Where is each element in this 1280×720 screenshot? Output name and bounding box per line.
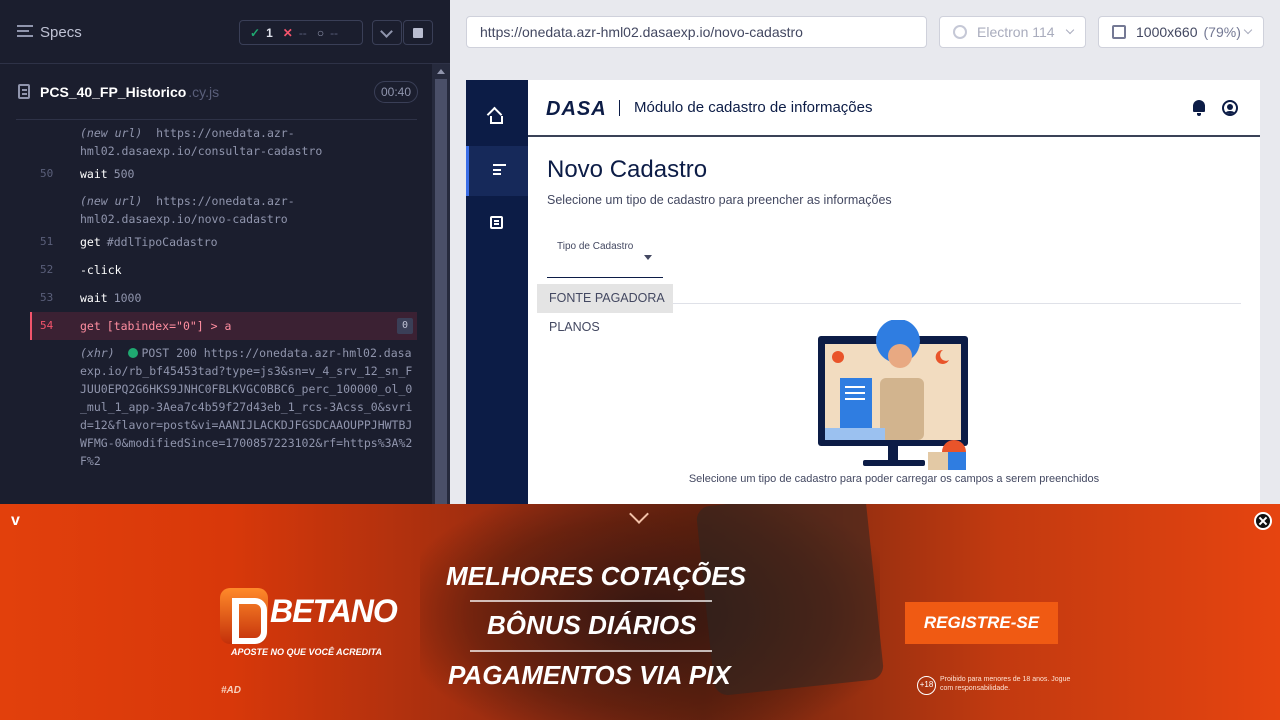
edit-list-icon (493, 164, 506, 174)
ad-headline-3: PAGAMENTOS VIA PIX (448, 660, 731, 690)
bell-icon[interactable] (1193, 100, 1205, 116)
stop-button[interactable] (403, 20, 433, 45)
betano-b-logo (220, 588, 268, 644)
app-header: DASA Módulo de cadastro de informações (528, 80, 1260, 137)
chevron-down-icon (1065, 25, 1075, 35)
sidebar-item-home[interactable] (466, 93, 528, 143)
specs-menu-icon[interactable] (17, 25, 33, 39)
spec-duration: 00:40 (374, 81, 419, 103)
command-get[interactable]: 51 get #ddlTipoCadastro (30, 228, 417, 256)
command-log-scrollbar[interactable] (432, 64, 450, 505)
command-log-newurl[interactable]: (new url) https://onedata.azr-hml02.dasa… (30, 120, 417, 160)
divider (672, 303, 1241, 304)
module-title: Módulo de cadastro de informações (634, 99, 873, 116)
dasa-app-frame: DASA Módulo de cadastro de informações N… (466, 80, 1260, 510)
command-log-newurl[interactable]: (new url) https://onedata.azr-hml02.dasa… (30, 188, 417, 228)
page-title: Novo Cadastro (547, 156, 708, 183)
chevron-down-icon (1243, 25, 1253, 35)
ad-hashtag: #AD (221, 685, 242, 696)
betano-brand: BETANO (270, 593, 398, 629)
aut-url-bar[interactable]: https://onedata.azr-hml02.dasaexp.io/nov… (466, 16, 927, 48)
ruler-icon (1112, 25, 1126, 39)
betano-tagline: APOSTE NO QUE VOCÊ ACREDITA (231, 647, 383, 657)
spec-name: PCS_40_FP_Historico .cy.js (40, 84, 220, 100)
stop-icon (413, 28, 423, 38)
sidebar-item-cadastro[interactable] (466, 146, 528, 196)
browser-selector[interactable]: Electron 114 (939, 16, 1086, 48)
caret-down-icon (644, 255, 652, 260)
scroll-up-icon[interactable] (437, 69, 445, 74)
tipo-cadastro-options: FONTE PAGADORA PLANOS (537, 284, 673, 342)
illustration-caption: Selecione um tipo de cadastro para poder… (688, 473, 1100, 485)
page-subtitle: Selecione um tipo de cadastro para preen… (547, 193, 892, 207)
close-ad-icon[interactable] (1254, 512, 1272, 530)
illustration-image (818, 320, 968, 470)
test-stats: ✓ 1 ✕ -- ○ -- (239, 20, 363, 45)
home-icon (490, 116, 503, 124)
chevron-down-icon (380, 25, 393, 38)
command-log: (new url) https://onedata.azr-hml02.dasa… (30, 120, 417, 505)
options-dropdown-button[interactable] (372, 20, 402, 45)
ad-legal-text: Proibido para menores de 18 anos. Jogue … (940, 676, 1071, 692)
user-account-icon[interactable] (1222, 100, 1238, 116)
scrollbar-thumb[interactable] (435, 79, 447, 505)
status-dot-icon (128, 348, 139, 358)
ad-divider (470, 600, 712, 602)
command-get-active[interactable]: 54 get [tabindex="0"] > a0 (30, 312, 417, 340)
ad-headline-2: BÔNUS DIÁRIOS (487, 610, 697, 640)
ad-divider (470, 650, 712, 652)
option-fonte-pagadora[interactable]: FONTE PAGADORA (537, 284, 673, 313)
command-xhr[interactable]: (xhr) POST 200 https://onedata.azr-hml02… (30, 340, 417, 470)
browser-label: Electron 114 (977, 24, 1055, 40)
header-separator (619, 100, 620, 116)
command-wait[interactable]: 50 wait 500 (30, 160, 417, 188)
pending-circle-icon: ○ (316, 25, 325, 40)
select-label: Tipo de Cadastro (557, 241, 634, 252)
pending-count: -- (330, 25, 339, 40)
failed-count: -- (298, 25, 307, 40)
spec-header[interactable]: PCS_40_FP_Historico .cy.js 00:40 (16, 64, 419, 120)
command-click[interactable]: 52 -click (30, 256, 417, 284)
age-18-badge: +18 (917, 676, 936, 695)
file-icon (18, 84, 30, 99)
option-planos[interactable]: PLANOS (537, 313, 673, 342)
specs-label[interactable]: Specs (40, 24, 82, 41)
card-icon (490, 216, 503, 229)
element-count-badge: 0 (397, 318, 413, 334)
registre-se-button[interactable]: REGISTRE-SE (905, 602, 1058, 644)
failed-x-icon: ✕ (282, 25, 293, 40)
command-wait[interactable]: 53 wait 1000 (30, 284, 417, 312)
tipo-cadastro-select[interactable]: Tipo de Cadastro (547, 233, 663, 278)
app-sidebar (466, 80, 528, 510)
ad-network-logo[interactable]: v (11, 512, 20, 530)
electron-icon (953, 25, 967, 39)
viewport-label: 1000x660 (79%) (1136, 24, 1241, 40)
betano-ad-banner[interactable]: v BETANO APOSTE NO QUE VOCÊ ACREDITA #AD… (0, 504, 1280, 720)
dasa-logo[interactable]: DASA (546, 98, 607, 121)
ad-headline-1: MELHORES COTAÇÕES (446, 561, 746, 591)
sidebar-item-consulta[interactable] (466, 198, 528, 248)
passed-check-icon: ✓ (250, 25, 261, 40)
passed-count: 1 (266, 25, 273, 40)
specs-toolbar: Specs ✓ 1 ✕ -- ○ -- (0, 0, 450, 64)
viewport-selector[interactable]: 1000x660 (79%) (1098, 16, 1264, 48)
